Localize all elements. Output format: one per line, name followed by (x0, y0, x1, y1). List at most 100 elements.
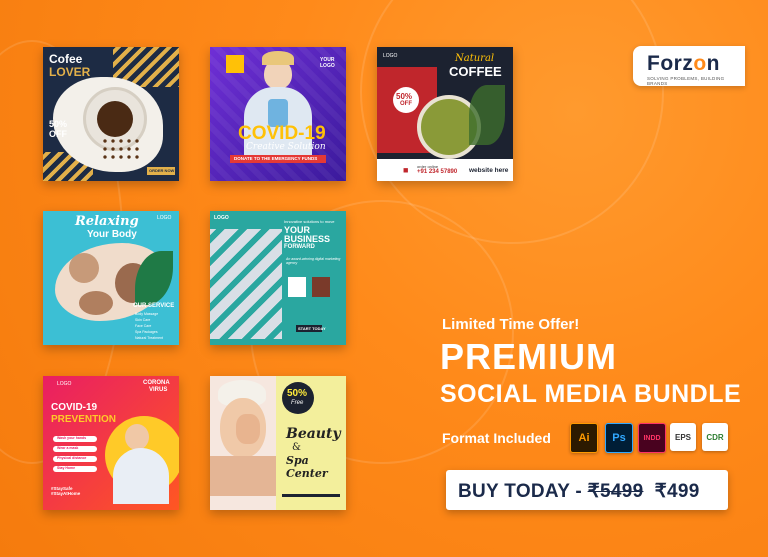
doctor-coat (113, 448, 169, 504)
tile-discount: 50% (287, 388, 308, 399)
tile-script: Natural (455, 53, 495, 64)
buy-today-button[interactable]: BUY TODAY - ₹5499 ₹499 (446, 470, 728, 510)
tile-title-2: Your Body (87, 229, 137, 240)
tile-title-3: FORWARD (284, 244, 315, 250)
service-item: Skin Care (135, 318, 151, 322)
tile-discount: 50% (396, 92, 413, 101)
brand-tagline: SOLVING PROBLEMS, BUILDING BRANDS (647, 76, 725, 86)
donate-banner: DONATE TO THE EMERGENCY FUNDS (230, 155, 326, 163)
tile-title-2: PREVENTION (51, 414, 117, 425)
tile-title-3: Spa Center (286, 454, 328, 480)
service-item: Spa Packages (135, 330, 158, 334)
prevention-item: Wash your hands (53, 436, 97, 442)
tile-title-1: Beauty (286, 426, 341, 442)
order-button: ORDER NOW (147, 167, 175, 175)
promo-banner: Cofee LOVER 50% OFF ORDER NOW YOUR LOGO … (0, 0, 768, 557)
leaf-decoration (469, 85, 505, 145)
brand-wordmark-part: n (706, 52, 720, 75)
template-covid-prevention[interactable]: LOGO CORONA VIRUS COVID-19 PREVENTION Wa… (43, 376, 179, 510)
phone-number: +91 234 57890 (417, 169, 458, 175)
eps-icon-label: EPS (674, 432, 691, 442)
template-relaxing-spa[interactable]: Relaxing Your Body LOGO OUR SERVICE Body… (43, 211, 179, 345)
tile-title-2: & (292, 442, 301, 453)
team-photo-stripes (210, 229, 282, 339)
corner-title-2: VIRUS (149, 387, 168, 393)
brand-wordmark-o: o (693, 52, 707, 75)
template-natural-coffee[interactable]: LOGO Natural COFFEE 50% OFF order online… (377, 47, 513, 181)
tile-discount-sub: Free (291, 400, 304, 406)
divider (282, 494, 340, 497)
tile-title-1: COVID-19 (51, 402, 98, 413)
service-item: Face Care (135, 324, 152, 328)
hashtags: #StaySafe #StayAtHome (51, 486, 81, 496)
service-heading: OUR SERVICE (133, 303, 175, 309)
tile-script: Creative Solution (246, 142, 326, 152)
feature-card (312, 277, 330, 297)
discount-badge: 50% Free (282, 382, 314, 414)
feature-card (288, 277, 306, 297)
old-price: ₹5499 (587, 481, 644, 502)
prevention-item-label: Wear a mask (57, 446, 79, 450)
template-beauty-spa[interactable]: 50% Free Beauty & Spa Center (210, 376, 346, 510)
service-item: Natural Treatment (135, 336, 164, 340)
template-business-forward[interactable]: LOGO Innovative solutions to move YOUR B… (210, 211, 346, 345)
coreldraw-icon-label: CDR (706, 432, 724, 442)
illustrator-icon: Ai (570, 423, 598, 453)
tile-discount-sub: OFF (400, 101, 412, 107)
doctor-hair (262, 51, 294, 65)
tile-title-1: Relaxing (75, 214, 139, 229)
website-label: website here (469, 167, 509, 174)
prevention-item: Stay Home (53, 466, 97, 472)
tile-discount: 50% (49, 119, 68, 129)
brand-wordmark-part: Forz (647, 52, 694, 75)
indesign-icon-label: INDD (643, 434, 661, 442)
tile-title: COFFEE (449, 64, 502, 79)
corner-title-1: CORONA (143, 380, 170, 386)
indesign-icon: INDD (638, 423, 666, 453)
tile-discount-sub: OFF (49, 129, 67, 139)
prevention-item-label: Physical distance (57, 456, 87, 460)
tile-logo: LOGO (57, 381, 72, 387)
tile-title-2: BUSINESS (284, 234, 331, 244)
donate-banner-label: DONATE TO THE EMERGENCY FUNDS (234, 156, 318, 161)
promo-subtitle: SOCIAL MEDIA BUNDLE (440, 380, 742, 408)
template-coffee-lover[interactable]: Cofee LOVER 50% OFF ORDER NOW (43, 47, 179, 181)
tile-title-2: LOVER (49, 65, 91, 79)
coreldraw-icon: CDR (702, 423, 728, 451)
truck-icon: ■ (403, 165, 409, 175)
coffee-beans (101, 137, 141, 161)
tile-logo: LOGO (157, 215, 172, 221)
shoulder-image (210, 456, 276, 496)
tile-logo: LOGO (383, 53, 398, 59)
hand-image (236, 414, 260, 444)
tile-logo: YOUR LOGO (320, 57, 335, 69)
photoshop-icon: Ps (605, 423, 633, 453)
buy-today-label: BUY TODAY - ₹5499 ₹499 (458, 480, 700, 503)
brand-logo: Forzon SOLVING PROBLEMS, BUILDING BRANDS (633, 46, 745, 86)
discount-badge: 50% OFF (393, 87, 419, 113)
tile-subtext: An award-winning digital marketing agenc… (286, 257, 341, 265)
doctor-head (125, 424, 149, 450)
prevention-item-label: Wash your hands (57, 436, 87, 440)
order-button-label: ORDER NOW (149, 168, 175, 173)
start-button: START TODAY (296, 325, 326, 332)
tile-logo: LOGO (214, 215, 229, 221)
brand-wordmark: Forzon (647, 52, 720, 76)
photoshop-icon-label: Ps (612, 432, 626, 444)
template-covid-solution[interactable]: YOUR LOGO COVID-19 Creative Solution DON… (210, 47, 346, 181)
offer-heading: Limited Time Offer! (442, 316, 580, 333)
logo-badge (226, 55, 244, 73)
prevention-item-label: Stay Home (57, 466, 76, 470)
format-label: Format Included (442, 430, 551, 446)
start-button-label: START TODAY (298, 326, 326, 331)
new-price: ₹499 (654, 481, 700, 502)
tile-kicker: Innovative solutions to move (284, 219, 335, 224)
prevention-item: Physical distance (53, 456, 97, 462)
buy-prefix: BUY TODAY - (458, 481, 588, 502)
promo-title: PREMIUM (440, 336, 617, 377)
service-item: Body Massage (135, 312, 159, 316)
prevention-item: Wear a mask (53, 446, 97, 452)
eps-icon: EPS (670, 423, 696, 451)
tile-title-1: Cofee (49, 52, 83, 66)
illustrator-icon-label: Ai (578, 432, 590, 444)
